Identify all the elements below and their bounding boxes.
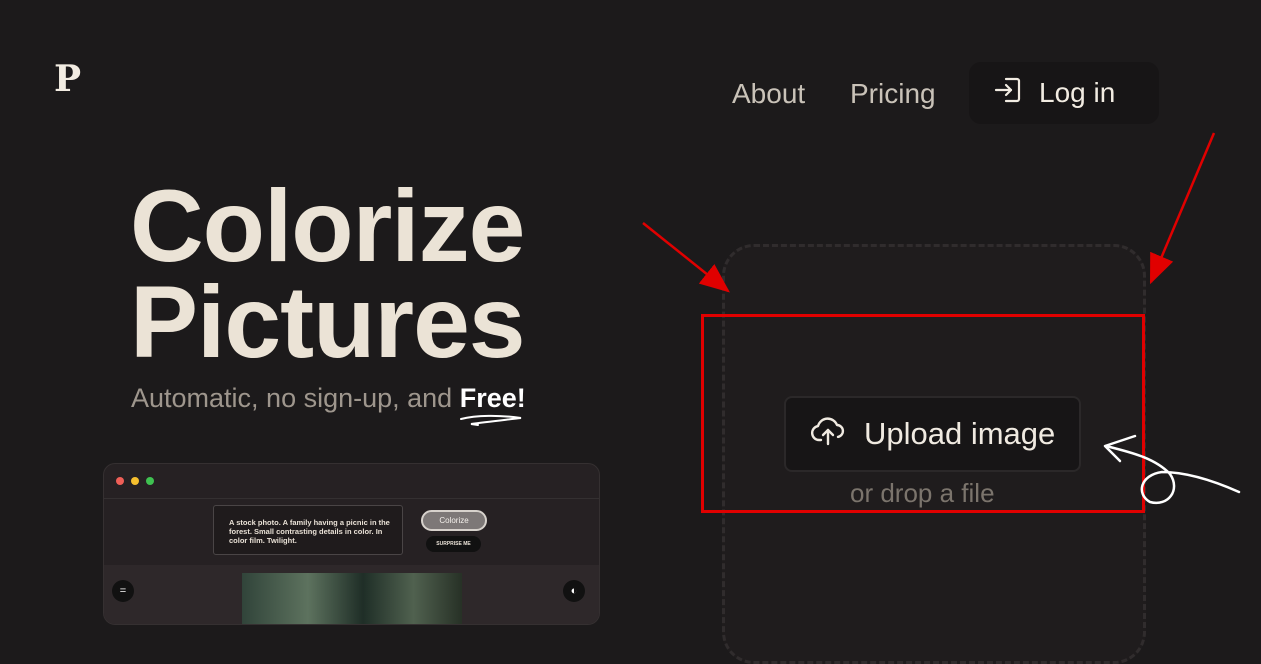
white-curly-arrow (1104, 444, 1241, 505)
red-arrow-right (1149, 132, 1216, 285)
red-arrow-left (642, 222, 730, 293)
annotation-overlay (642, 132, 1241, 505)
